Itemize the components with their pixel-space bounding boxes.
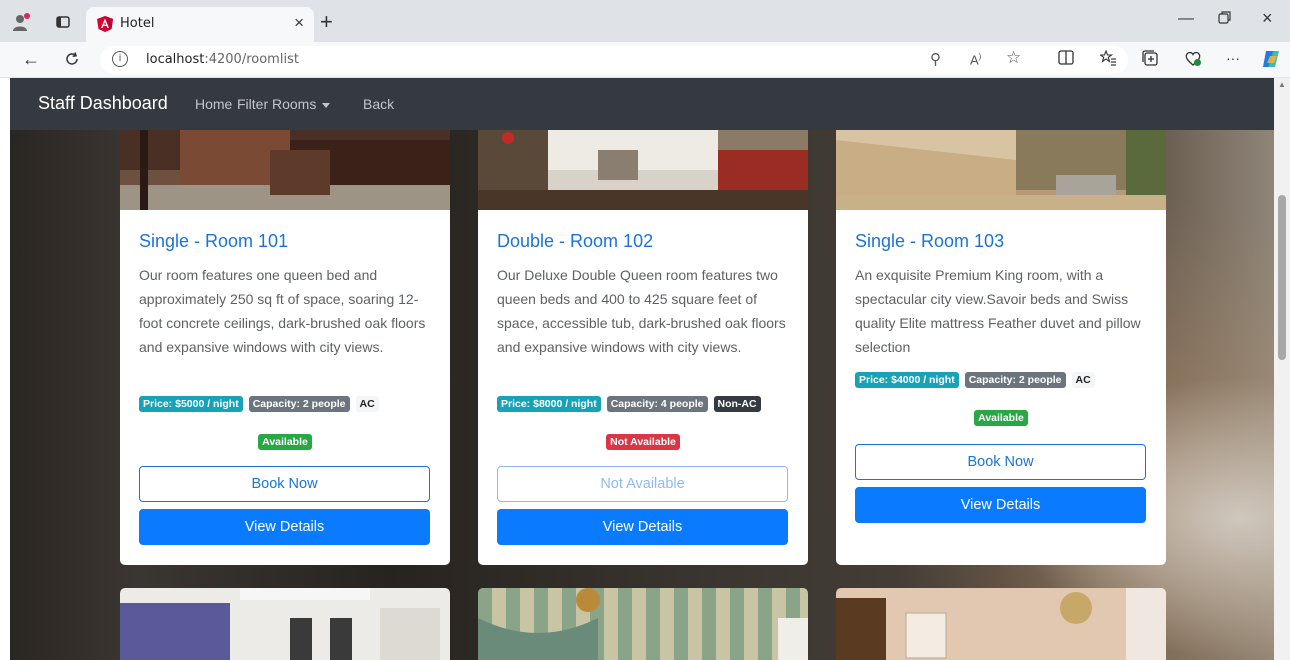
angular-icon [96,15,114,33]
tab-actions-icon[interactable] [52,11,74,33]
room-title[interactable]: Single - Room 103 [855,231,1004,252]
status-row: Not Available [478,432,808,450]
room-title[interactable]: Single - Room 101 [139,231,288,252]
scrollbar-thumb[interactable] [1278,195,1286,360]
book-now-button[interactable]: Book Now [139,466,430,502]
page-scrollbar[interactable]: ▲ [1274,78,1290,660]
favorite-star-icon[interactable]: ☆ [1006,48,1021,68]
favorites-icon[interactable] [1098,49,1117,70]
key-icon[interactable]: ⚲ [930,50,941,68]
back-arrow-icon[interactable]: ← [22,49,40,70]
browser-essentials-icon[interactable] [1184,50,1202,71]
collections-icon[interactable] [1142,50,1159,71]
room-badges: Price: $8000 / night Capacity: 4 people … [497,396,767,412]
new-tab-icon[interactable]: + [320,9,333,35]
status-row: Available [120,432,450,450]
view-details-button[interactable]: View Details [855,487,1146,523]
room-badges: Price: $5000 / night Capacity: 2 people … [139,396,385,412]
room-photo [120,130,450,210]
capacity-badge: Capacity: 2 people [964,372,1066,388]
refresh-icon[interactable] [64,49,80,72]
site-info-icon[interactable]: i [112,51,128,67]
ac-badge: AC [1071,372,1095,388]
close-window-icon[interactable]: × [1262,8,1273,29]
room-description: Our room features one queen bed and appr… [139,267,426,355]
book-now-button[interactable]: Not Available [497,466,788,502]
room-photo [478,130,808,210]
url-text: localhost:4200/roomlist [146,52,299,67]
close-tab-icon[interactable]: × [294,13,304,33]
more-options-icon[interactable]: ··· [1226,50,1240,66]
copilot-icon[interactable] [1260,48,1282,74]
status-badge: Available [974,410,1028,426]
status-badge: Available [258,434,312,450]
url-input[interactable]: i localhost:4200/roomlist ⚲ A) ☆ [100,46,1128,74]
view-details-button[interactable]: View Details [139,509,430,545]
view-details-button[interactable]: View Details [497,509,788,545]
capacity-badge: Capacity: 2 people [248,396,350,412]
book-now-button[interactable]: Book Now [855,444,1146,480]
tab-hotel[interactable]: Hotel × [86,7,314,42]
nav-link-back[interactable]: Back [363,96,394,112]
status-row: Available [836,408,1166,426]
room-card: Single - Room 103 An exquisite Premium K… [836,130,1166,565]
page-viewport: Staff Dashboard Home Filter Rooms Back S… [10,78,1274,660]
status-badge: Not Available [606,434,680,450]
scroll-up-icon[interactable]: ▲ [1278,80,1286,89]
price-badge: Price: $4000 / night [855,372,959,388]
nav-link-filter-rooms[interactable]: Filter Rooms [237,96,331,112]
ac-badge: Non-AC [713,396,761,412]
tab-title: Hotel [120,16,155,31]
browser-tab-bar: Hotel × + — × [0,0,1290,42]
top-navbar: Staff Dashboard Home Filter Rooms Back [10,78,1274,130]
chevron-down-icon [322,102,331,108]
split-screen-icon[interactable] [1058,50,1074,69]
room-title[interactable]: Double - Room 102 [497,231,653,252]
room-photo [120,588,450,660]
room-badges: Price: $4000 / night Capacity: 2 people … [855,372,1101,388]
read-aloud-icon[interactable]: A) [970,52,981,67]
restore-icon[interactable] [1218,10,1232,29]
room-description: An exquisite Premium King room, with a s… [855,267,1141,355]
room-photo [836,130,1166,210]
room-description: Our Deluxe Double Queen room features tw… [497,267,786,355]
room-card: Double - Room 102 Our Deluxe Double Quee… [478,130,808,565]
price-badge: Price: $5000 / night [139,396,243,412]
room-photo [836,588,1166,660]
navbar-brand[interactable]: Staff Dashboard [38,93,168,114]
room-card: Single - Room 101 Our room features one … [120,130,450,565]
ac-badge: AC [355,396,379,412]
price-badge: Price: $8000 / night [497,396,601,412]
profile-icon[interactable] [10,11,32,33]
nav-link-home[interactable]: Home [195,96,232,112]
address-bar: ← i localhost:4200/roomlist ⚲ A) ☆ ··· [0,42,1290,78]
capacity-badge: Capacity: 4 people [606,396,708,412]
room-photo [478,588,808,660]
minimize-icon[interactable]: — [1178,10,1194,28]
